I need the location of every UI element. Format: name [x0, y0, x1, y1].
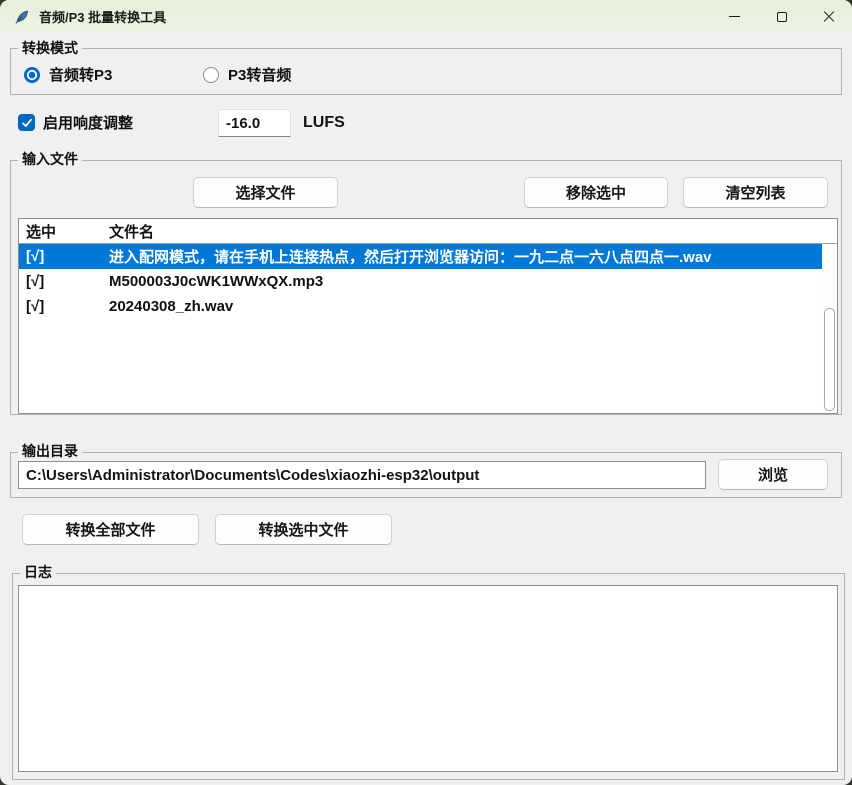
python-feather-icon: [14, 9, 30, 25]
column-header-filename: 文件名: [101, 221, 837, 242]
radio-unselected-icon: [203, 67, 219, 83]
browse-button[interactable]: 浏览: [718, 459, 828, 490]
file-list-table: 选中 文件名 [√] 进入配网模式，请在手机上连接热点，然后打开浏览器访问：一九…: [18, 218, 838, 414]
radio-p3-to-audio-label: P3转音频: [228, 64, 291, 85]
log-textarea[interactable]: [18, 585, 838, 772]
convert-all-button[interactable]: 转换全部文件: [22, 514, 199, 545]
input-files-group-label: 输入文件: [18, 151, 82, 168]
checkbox-checked-icon: [18, 114, 35, 131]
loudness-checkbox-label: 启用响度调整: [43, 112, 133, 133]
row-check-mark: [√]: [19, 298, 101, 315]
lufs-value-input[interactable]: [218, 109, 291, 137]
lufs-unit-label: LUFS: [303, 114, 345, 132]
window-title: 音频/P3 批量转换工具: [39, 7, 166, 26]
scrollbar-thumb[interactable]: [824, 308, 835, 411]
row-filename: 进入配网模式，请在手机上连接热点，然后打开浏览器访问：一九二点一六八点四点一.w…: [101, 246, 822, 267]
output-dir-group-label: 输出目录: [18, 443, 82, 460]
titlebar: 音频/P3 批量转换工具: [0, 0, 852, 33]
log-group-label: 日志: [20, 564, 56, 581]
radio-audio-to-p3[interactable]: 音频转P3: [24, 64, 112, 85]
file-list-scrollbar[interactable]: [822, 244, 837, 413]
row-filename: 20240308_zh.wav: [101, 298, 837, 315]
app-window: 音频/P3 批量转换工具 转换模式 音频转P3 P3转音频 启用响度调整 LUF…: [0, 0, 852, 785]
table-row[interactable]: [√] M500003J0cWK1WWxQX.mp3: [19, 269, 837, 294]
mode-groupbox: [10, 48, 842, 95]
convert-selected-button[interactable]: 转换选中文件: [215, 514, 392, 545]
select-files-button[interactable]: 选择文件: [193, 177, 338, 208]
maximize-icon: [777, 12, 787, 22]
row-check-mark: [√]: [19, 248, 101, 265]
close-icon: [823, 11, 835, 23]
row-filename: M500003J0cWK1WWxQX.mp3: [101, 273, 837, 290]
radio-selected-icon: [24, 67, 40, 83]
radio-audio-to-p3-label: 音频转P3: [49, 64, 112, 85]
table-row[interactable]: [√] 进入配网模式，请在手机上连接热点，然后打开浏览器访问：一九二点一六八点四…: [19, 244, 822, 269]
radio-p3-to-audio[interactable]: P3转音频: [203, 64, 291, 85]
minimize-button[interactable]: [711, 0, 758, 33]
window-controls: [711, 0, 852, 33]
row-check-mark: [√]: [19, 273, 101, 290]
table-row[interactable]: [√] 20240308_zh.wav: [19, 294, 837, 319]
output-dir-input[interactable]: [18, 461, 706, 489]
clear-list-button[interactable]: 清空列表: [683, 177, 828, 208]
column-header-checked: 选中: [19, 221, 101, 242]
mode-group-label: 转换模式: [18, 40, 82, 57]
loudness-checkbox-row[interactable]: 启用响度调整: [18, 112, 133, 133]
remove-selected-button[interactable]: 移除选中: [524, 177, 668, 208]
close-button[interactable]: [805, 0, 852, 33]
maximize-button[interactable]: [758, 0, 805, 33]
minimize-icon: [729, 16, 740, 17]
file-list-header[interactable]: 选中 文件名: [19, 219, 837, 244]
